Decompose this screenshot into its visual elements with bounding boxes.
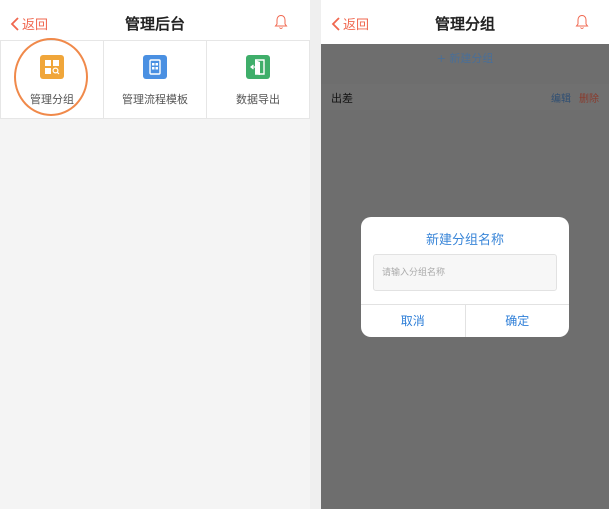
cancel-button[interactable]: 取消 <box>361 305 465 337</box>
menu-item-label: 数据导出 <box>236 93 280 106</box>
menu-item-label: 管理流程模板 <box>122 93 188 106</box>
bell-icon[interactable] <box>274 14 288 30</box>
new-group-dialog: 新建分组名称 取消 确定 <box>361 217 569 337</box>
bell-icon[interactable] <box>575 14 589 30</box>
group-name-input[interactable] <box>373 254 557 291</box>
menu-item-label: 管理分组 <box>30 93 74 106</box>
confirm-button[interactable]: 确定 <box>464 305 570 337</box>
delete-button[interactable]: 删除 <box>579 90 599 105</box>
template-icon <box>143 55 167 79</box>
edit-button[interactable]: 编辑 <box>551 90 571 105</box>
group-name: 出差 <box>331 92 353 105</box>
dialog-buttons: 取消 确定 <box>361 304 569 337</box>
page-title: 管理后台 <box>124 15 185 33</box>
page-title: 管理分组 <box>434 15 495 33</box>
menu-item-data-export[interactable]: 数据导出 <box>207 41 309 118</box>
screen-divider <box>310 0 321 509</box>
group-list-row: 出差 编辑 删除 <box>321 84 609 110</box>
export-icon <box>246 55 270 79</box>
navbar: 返回 管理分组 <box>321 0 609 44</box>
menu-item-manage-groups[interactable]: 管理分组 <box>1 41 104 118</box>
admin-menu-grid: 管理分组 管理流程模板 数据导出 <box>0 40 310 119</box>
menu-item-process-templates[interactable]: 管理流程模板 <box>104 41 207 118</box>
navbar: 返回 管理后台 <box>0 0 310 44</box>
new-group-button[interactable]: + 新建分组 <box>321 44 609 74</box>
group-manage-icon <box>40 55 64 79</box>
dialog-title: 新建分组名称 <box>425 233 504 248</box>
manage-groups-screen: 返回 管理分组 + 新建分组 出差 编辑 删除 新建分组名称 取消 确定 <box>321 0 609 509</box>
admin-screen: 返回 管理后台 管理分组 管理流程模板 数据导出 <box>0 0 310 509</box>
